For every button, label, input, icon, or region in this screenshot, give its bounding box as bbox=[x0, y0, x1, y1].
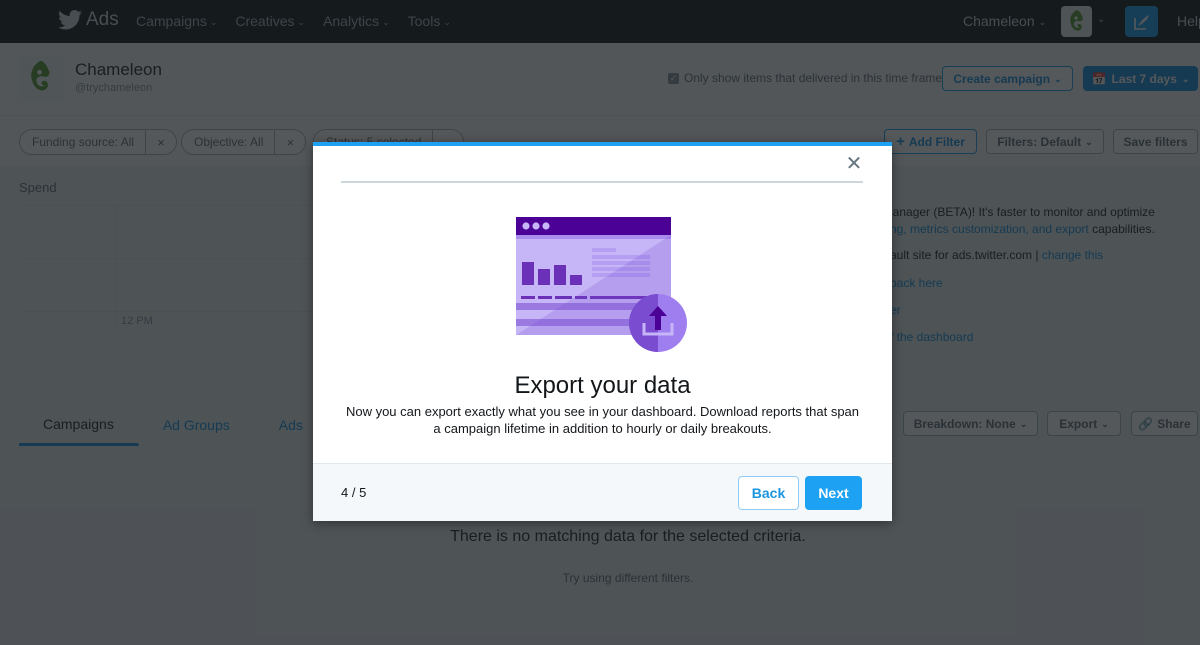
window-dot bbox=[522, 222, 530, 230]
window-dot bbox=[542, 222, 550, 230]
chart-bar bbox=[554, 265, 566, 285]
divider bbox=[341, 181, 863, 183]
step-counter: 4 / 5 bbox=[341, 485, 367, 500]
text-line bbox=[592, 248, 616, 252]
window-subbar bbox=[516, 235, 671, 239]
window-dot bbox=[532, 222, 540, 230]
modal-footer: 4 / 5 Back Next bbox=[313, 463, 892, 521]
table-header bbox=[538, 296, 552, 299]
back-button[interactable]: Back bbox=[738, 476, 799, 510]
onboarding-modal: ✕ Export your data Now you can export ex… bbox=[313, 142, 892, 521]
export-dashboard-illustration bbox=[516, 217, 687, 352]
table-header bbox=[521, 296, 535, 299]
modal-body: Now you can export exactly what you see … bbox=[345, 404, 860, 436]
chart-bar bbox=[570, 275, 582, 285]
modal-title: Export your data bbox=[514, 372, 691, 399]
close-icon[interactable]: ✕ bbox=[844, 154, 864, 174]
next-button[interactable]: Next bbox=[805, 476, 862, 510]
chart-bar bbox=[522, 262, 534, 285]
table-header bbox=[555, 296, 572, 299]
chart-bar bbox=[538, 269, 550, 285]
